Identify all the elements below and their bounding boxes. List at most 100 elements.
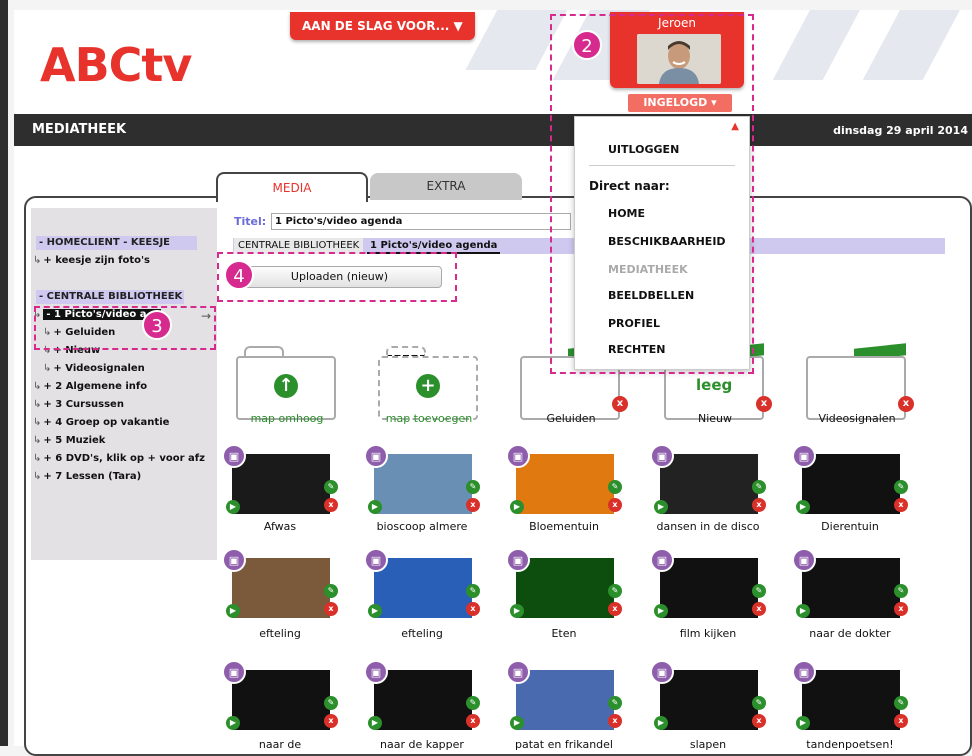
edit-icon[interactable]: ✎ [324,584,338,598]
delete-icon[interactable]: x [752,714,766,728]
play-icon[interactable]: ▶ [510,716,524,730]
folder-label[interactable]: map toevoegen [364,412,494,425]
delete-icon[interactable]: x [894,498,908,512]
media-thumbnail[interactable] [802,558,900,618]
media-tile[interactable]: ▣ ▶ ✎ x [506,660,622,734]
delete-icon[interactable]: x [466,498,480,512]
media-thumbnail[interactable] [802,454,900,514]
delete-icon[interactable]: x [752,602,766,616]
edit-icon[interactable]: ✎ [752,696,766,710]
media-tile[interactable]: ▣ ▶ ✎ x [792,660,908,734]
edit-icon[interactable]: ✎ [894,696,908,710]
logged-in-dropdown[interactable]: INGELOGD ▾ [628,94,732,112]
edit-icon[interactable]: ✎ [894,480,908,494]
delete-icon[interactable]: x [894,714,908,728]
media-label[interactable]: efteling [210,627,350,640]
edit-icon[interactable]: ✎ [608,584,622,598]
edit-icon[interactable]: ✎ [752,480,766,494]
tab-media[interactable]: MEDIA [216,172,368,202]
media-thumbnail[interactable] [374,454,472,514]
tree-group-homeclient[interactable]: - HOMECLIENT - KEESJE [36,236,197,250]
edit-icon[interactable]: ✎ [324,696,338,710]
play-icon[interactable]: ▶ [796,716,810,730]
media-tile[interactable]: ▣ ▶ ✎ x [792,444,908,518]
tree-item[interactable]: ↳ + 5 Muziek [33,434,105,448]
media-label[interactable]: bioscoop almere [352,520,492,533]
media-tile[interactable]: ▣ ▶ ✎ x [222,444,338,518]
play-icon[interactable]: ▶ [226,716,240,730]
media-tile[interactable]: ▣ ▶ ✎ x [506,548,622,622]
media-label[interactable]: Dierentuin [780,520,920,533]
delete-icon[interactable]: x [898,396,914,412]
delete-icon[interactable]: x [608,602,622,616]
media-label[interactable]: naar de [210,738,350,751]
media-label[interactable]: slapen [638,738,778,751]
media-tile[interactable]: ▣ ▶ ✎ x [650,548,766,622]
media-label[interactable]: naar de kapper [352,738,492,751]
camera-icon[interactable]: ▣ [792,660,816,684]
media-tile[interactable]: ▣ ▶ ✎ x [650,660,766,734]
media-label[interactable]: Afwas [210,520,350,533]
menu-item-profiel[interactable]: PROFIEL [608,317,660,330]
tree-item[interactable]: ↳ + 2 Algemene info [33,380,147,394]
edit-icon[interactable]: ✎ [466,584,480,598]
media-label[interactable]: patat en frikandel [494,738,634,751]
media-thumbnail[interactable] [232,454,330,514]
delete-icon[interactable]: x [608,714,622,728]
delete-icon[interactable]: x [466,714,480,728]
delete-icon[interactable]: x [324,714,338,728]
abctv-logo[interactable]: ABCtv [40,38,192,92]
folder-label[interactable]: map omhoog [222,412,352,425]
media-thumbnail[interactable] [802,670,900,730]
play-icon[interactable]: ▶ [368,604,382,618]
media-tile[interactable]: ▣ ▶ ✎ x [506,444,622,518]
delete-icon[interactable]: x [466,602,480,616]
tree-item[interactable]: ↳ + 3 Cursussen [33,398,124,412]
media-label[interactable]: dansen in de disco [638,520,778,533]
media-label[interactable]: film kijken [638,627,778,640]
delete-icon[interactable]: x [756,396,772,412]
play-icon[interactable]: ▶ [226,500,240,514]
media-thumbnail[interactable] [516,454,614,514]
media-thumbnail[interactable] [516,558,614,618]
title-input[interactable]: 1 Picto's/video agenda [271,213,571,230]
tree-item[interactable]: ↳ + keesje zijn foto's [33,254,150,268]
camera-icon[interactable]: ▣ [506,548,530,572]
camera-icon[interactable]: ▣ [650,660,674,684]
play-icon[interactable]: ▶ [510,604,524,618]
edit-icon[interactable]: ✎ [608,696,622,710]
media-tile[interactable]: ▣ ▶ ✎ x [364,660,480,734]
delete-icon[interactable]: x [894,602,908,616]
menu-item-logout[interactable]: UITLOGGEN [608,143,679,156]
delete-icon[interactable]: x [324,498,338,512]
menu-item-beeldbellen[interactable]: BEELDBELLEN [608,289,694,302]
tab-extra[interactable]: EXTRA [370,173,522,200]
delete-icon[interactable]: x [612,396,628,412]
play-icon[interactable]: ▶ [368,716,382,730]
folder-label[interactable]: Nieuw [650,412,780,425]
tree-subitem[interactable]: ↳ + Geluiden [43,326,115,340]
camera-icon[interactable]: ▣ [222,548,246,572]
tree-item[interactable]: ↳ + 7 Lessen (Tara) [33,470,141,484]
camera-icon[interactable]: ▣ [364,444,388,468]
media-thumbnail[interactable] [516,670,614,730]
menu-item-home[interactable]: HOME [608,207,645,220]
delete-icon[interactable]: x [608,498,622,512]
play-icon[interactable]: ▶ [226,604,240,618]
play-icon[interactable]: ▶ [654,500,668,514]
camera-icon[interactable]: ▣ [364,660,388,684]
breadcrumb-item[interactable]: 1 Picto's/video agenda [367,238,501,254]
media-label[interactable]: tandenpoetsen! [780,738,920,751]
play-icon[interactable]: ▶ [510,500,524,514]
user-card[interactable]: Jeroen [610,12,744,88]
edit-icon[interactable]: ✎ [466,696,480,710]
camera-icon[interactable]: ▣ [650,548,674,572]
camera-icon[interactable]: ▣ [364,548,388,572]
media-tile[interactable]: ▣ ▶ ✎ x [222,548,338,622]
edit-icon[interactable]: ✎ [324,480,338,494]
play-icon[interactable]: ▶ [368,500,382,514]
camera-icon[interactable]: ▣ [506,444,530,468]
media-thumbnail[interactable] [232,670,330,730]
edit-icon[interactable]: ✎ [894,584,908,598]
media-thumbnail[interactable] [374,558,472,618]
